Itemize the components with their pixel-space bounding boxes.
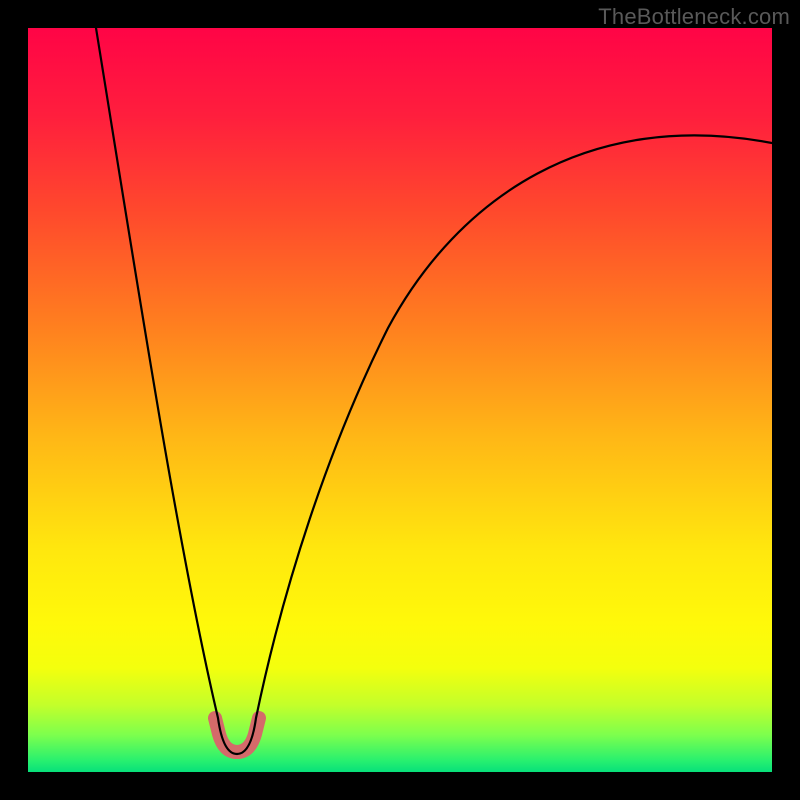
chart-frame: TheBottleneck.com [0, 0, 800, 800]
chart-plot-area [28, 28, 772, 772]
gradient-background [28, 28, 772, 772]
chart-svg [28, 28, 772, 772]
watermark-text: TheBottleneck.com [598, 4, 790, 30]
